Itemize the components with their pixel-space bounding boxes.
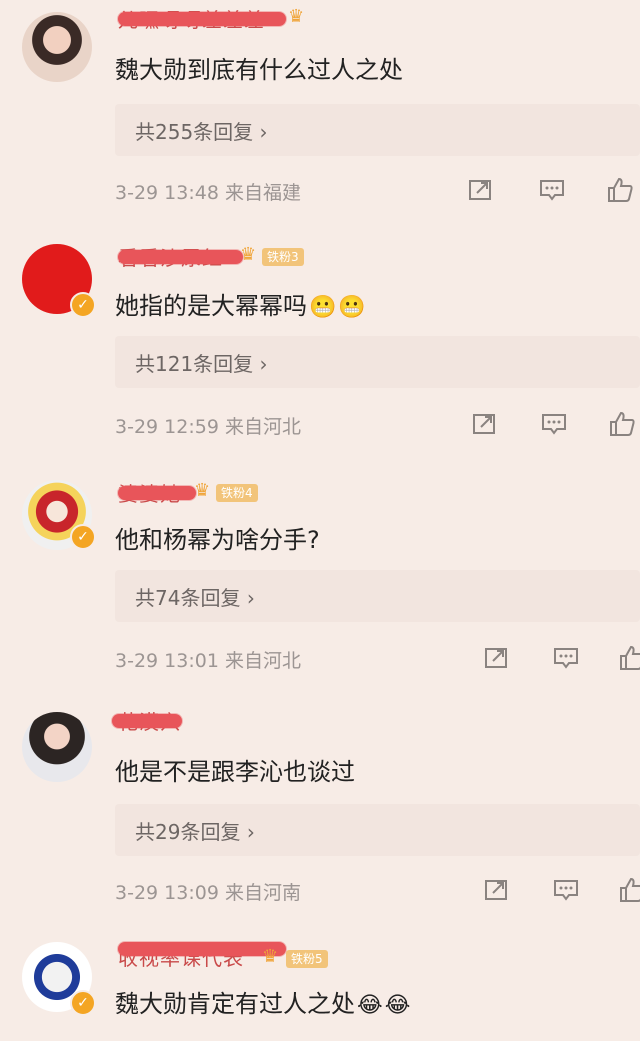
share-icon[interactable] bbox=[482, 644, 510, 672]
fan-badge: 铁粉3 bbox=[262, 248, 304, 266]
comment-meta: 3-29 12:59 来自河北 bbox=[115, 412, 301, 439]
comment-item: ✓ 婆婆她 ♛ 铁粉4 他和杨幂为啥分手? 共74条回复 › 3-29 13:0… bbox=[0, 466, 640, 698]
comment-text: 她指的是大幂幂吗😬😬 bbox=[115, 292, 366, 320]
comment-meta: 3-29 13:48 来自福建 bbox=[115, 178, 301, 205]
thumbs-up-icon[interactable] bbox=[618, 876, 640, 904]
comment-location: 来自河南 bbox=[224, 882, 301, 904]
comment-text: 魏大勋到底有什么过人之处 bbox=[115, 56, 403, 84]
replies-count: 共255条回复 bbox=[135, 120, 254, 144]
thumbs-up-icon[interactable] bbox=[618, 644, 640, 672]
comment-date: 3-29 bbox=[115, 650, 159, 672]
comment-icon[interactable] bbox=[538, 176, 566, 204]
username-redaction bbox=[118, 942, 286, 956]
comment-date: 3-29 bbox=[115, 882, 159, 904]
view-replies-button[interactable]: 共121条回复 › bbox=[115, 336, 640, 388]
username-redaction bbox=[118, 12, 286, 26]
comment-date: 3-29 bbox=[115, 416, 159, 438]
comment-icon[interactable] bbox=[552, 876, 580, 904]
comment-location: 来自河北 bbox=[224, 650, 301, 672]
username-redaction bbox=[118, 486, 196, 500]
comment-text: 他和杨幂为啥分手? bbox=[115, 526, 320, 554]
thumbs-up-icon[interactable] bbox=[608, 410, 636, 438]
crown-icon: ♛ bbox=[262, 946, 279, 967]
comment-icon[interactable] bbox=[540, 410, 568, 438]
view-replies-button[interactable]: 共74条回复 › bbox=[115, 570, 640, 622]
replies-count: 共121条回复 bbox=[135, 352, 254, 376]
emoji-laugh-icon: 😂 bbox=[357, 993, 383, 1018]
comment-location: 来自河北 bbox=[224, 416, 301, 438]
crown-icon: ♛ bbox=[288, 6, 305, 27]
emoji-grimace-icon: 😬 bbox=[309, 295, 337, 320]
comment-meta: 3-29 13:09 来自河南 bbox=[115, 878, 301, 905]
chevron-right-icon: › bbox=[246, 586, 255, 610]
comment-item: 儿嘿呀呀差差差 ♛ 魏大勋到底有什么过人之处 共255条回复 › 3-29 13… bbox=[0, 0, 640, 232]
username-redaction bbox=[112, 714, 182, 728]
comment-text: 他是不是跟李沁也谈过 bbox=[115, 758, 355, 786]
view-replies-button[interactable]: 共255条回复 › bbox=[115, 104, 640, 156]
chevron-right-icon: › bbox=[246, 820, 255, 844]
verified-badge-icon: ✓ bbox=[70, 292, 96, 318]
view-replies-button[interactable]: 共29条回复 › bbox=[115, 804, 640, 856]
username-redaction bbox=[118, 250, 243, 264]
comment-time: 13:01 bbox=[164, 650, 219, 672]
avatar[interactable] bbox=[22, 712, 92, 782]
avatar[interactable] bbox=[22, 12, 92, 82]
share-icon[interactable] bbox=[482, 876, 510, 904]
comment-time: 12:59 bbox=[164, 416, 219, 438]
thumbs-up-icon[interactable] bbox=[606, 176, 634, 204]
comment-text: 魏大勋肯定有过人之处😂😂 bbox=[115, 990, 411, 1018]
comment-item: ✓ 收视率课代表 ♛ 铁粉5 魏大勋肯定有过人之处😂😂 bbox=[0, 934, 640, 1041]
fan-badge: 铁粉5 bbox=[286, 950, 328, 968]
comment-icon[interactable] bbox=[552, 644, 580, 672]
verified-badge-icon: ✓ bbox=[70, 524, 96, 550]
emoji-laugh-icon: 😂 bbox=[384, 993, 411, 1018]
comment-location: 来自福建 bbox=[224, 182, 301, 204]
fan-badge: 铁粉4 bbox=[216, 484, 258, 502]
emoji-grimace-icon: 😬 bbox=[338, 295, 366, 320]
comment-time: 13:48 bbox=[164, 182, 219, 204]
chevron-right-icon: › bbox=[259, 120, 268, 144]
share-icon[interactable] bbox=[466, 176, 494, 204]
share-icon[interactable] bbox=[470, 410, 498, 438]
replies-count: 共29条回复 bbox=[135, 820, 241, 844]
comment-date: 3-29 bbox=[115, 182, 159, 204]
comment-item: 花漠穴 他是不是跟李沁也谈过 共29条回复 › 3-29 13:09 来自河南 bbox=[0, 700, 640, 932]
comment-time: 13:09 bbox=[164, 882, 219, 904]
comment-meta: 3-29 13:01 来自河北 bbox=[115, 646, 301, 673]
verified-badge-icon: ✓ bbox=[70, 990, 96, 1016]
chevron-right-icon: › bbox=[259, 352, 268, 376]
replies-count: 共74条回复 bbox=[135, 586, 241, 610]
comment-item: ✓ 看看沙尿红 ♛ 铁粉3 她指的是大幂幂吗😬😬 共121条回复 › 3-29 … bbox=[0, 232, 640, 464]
